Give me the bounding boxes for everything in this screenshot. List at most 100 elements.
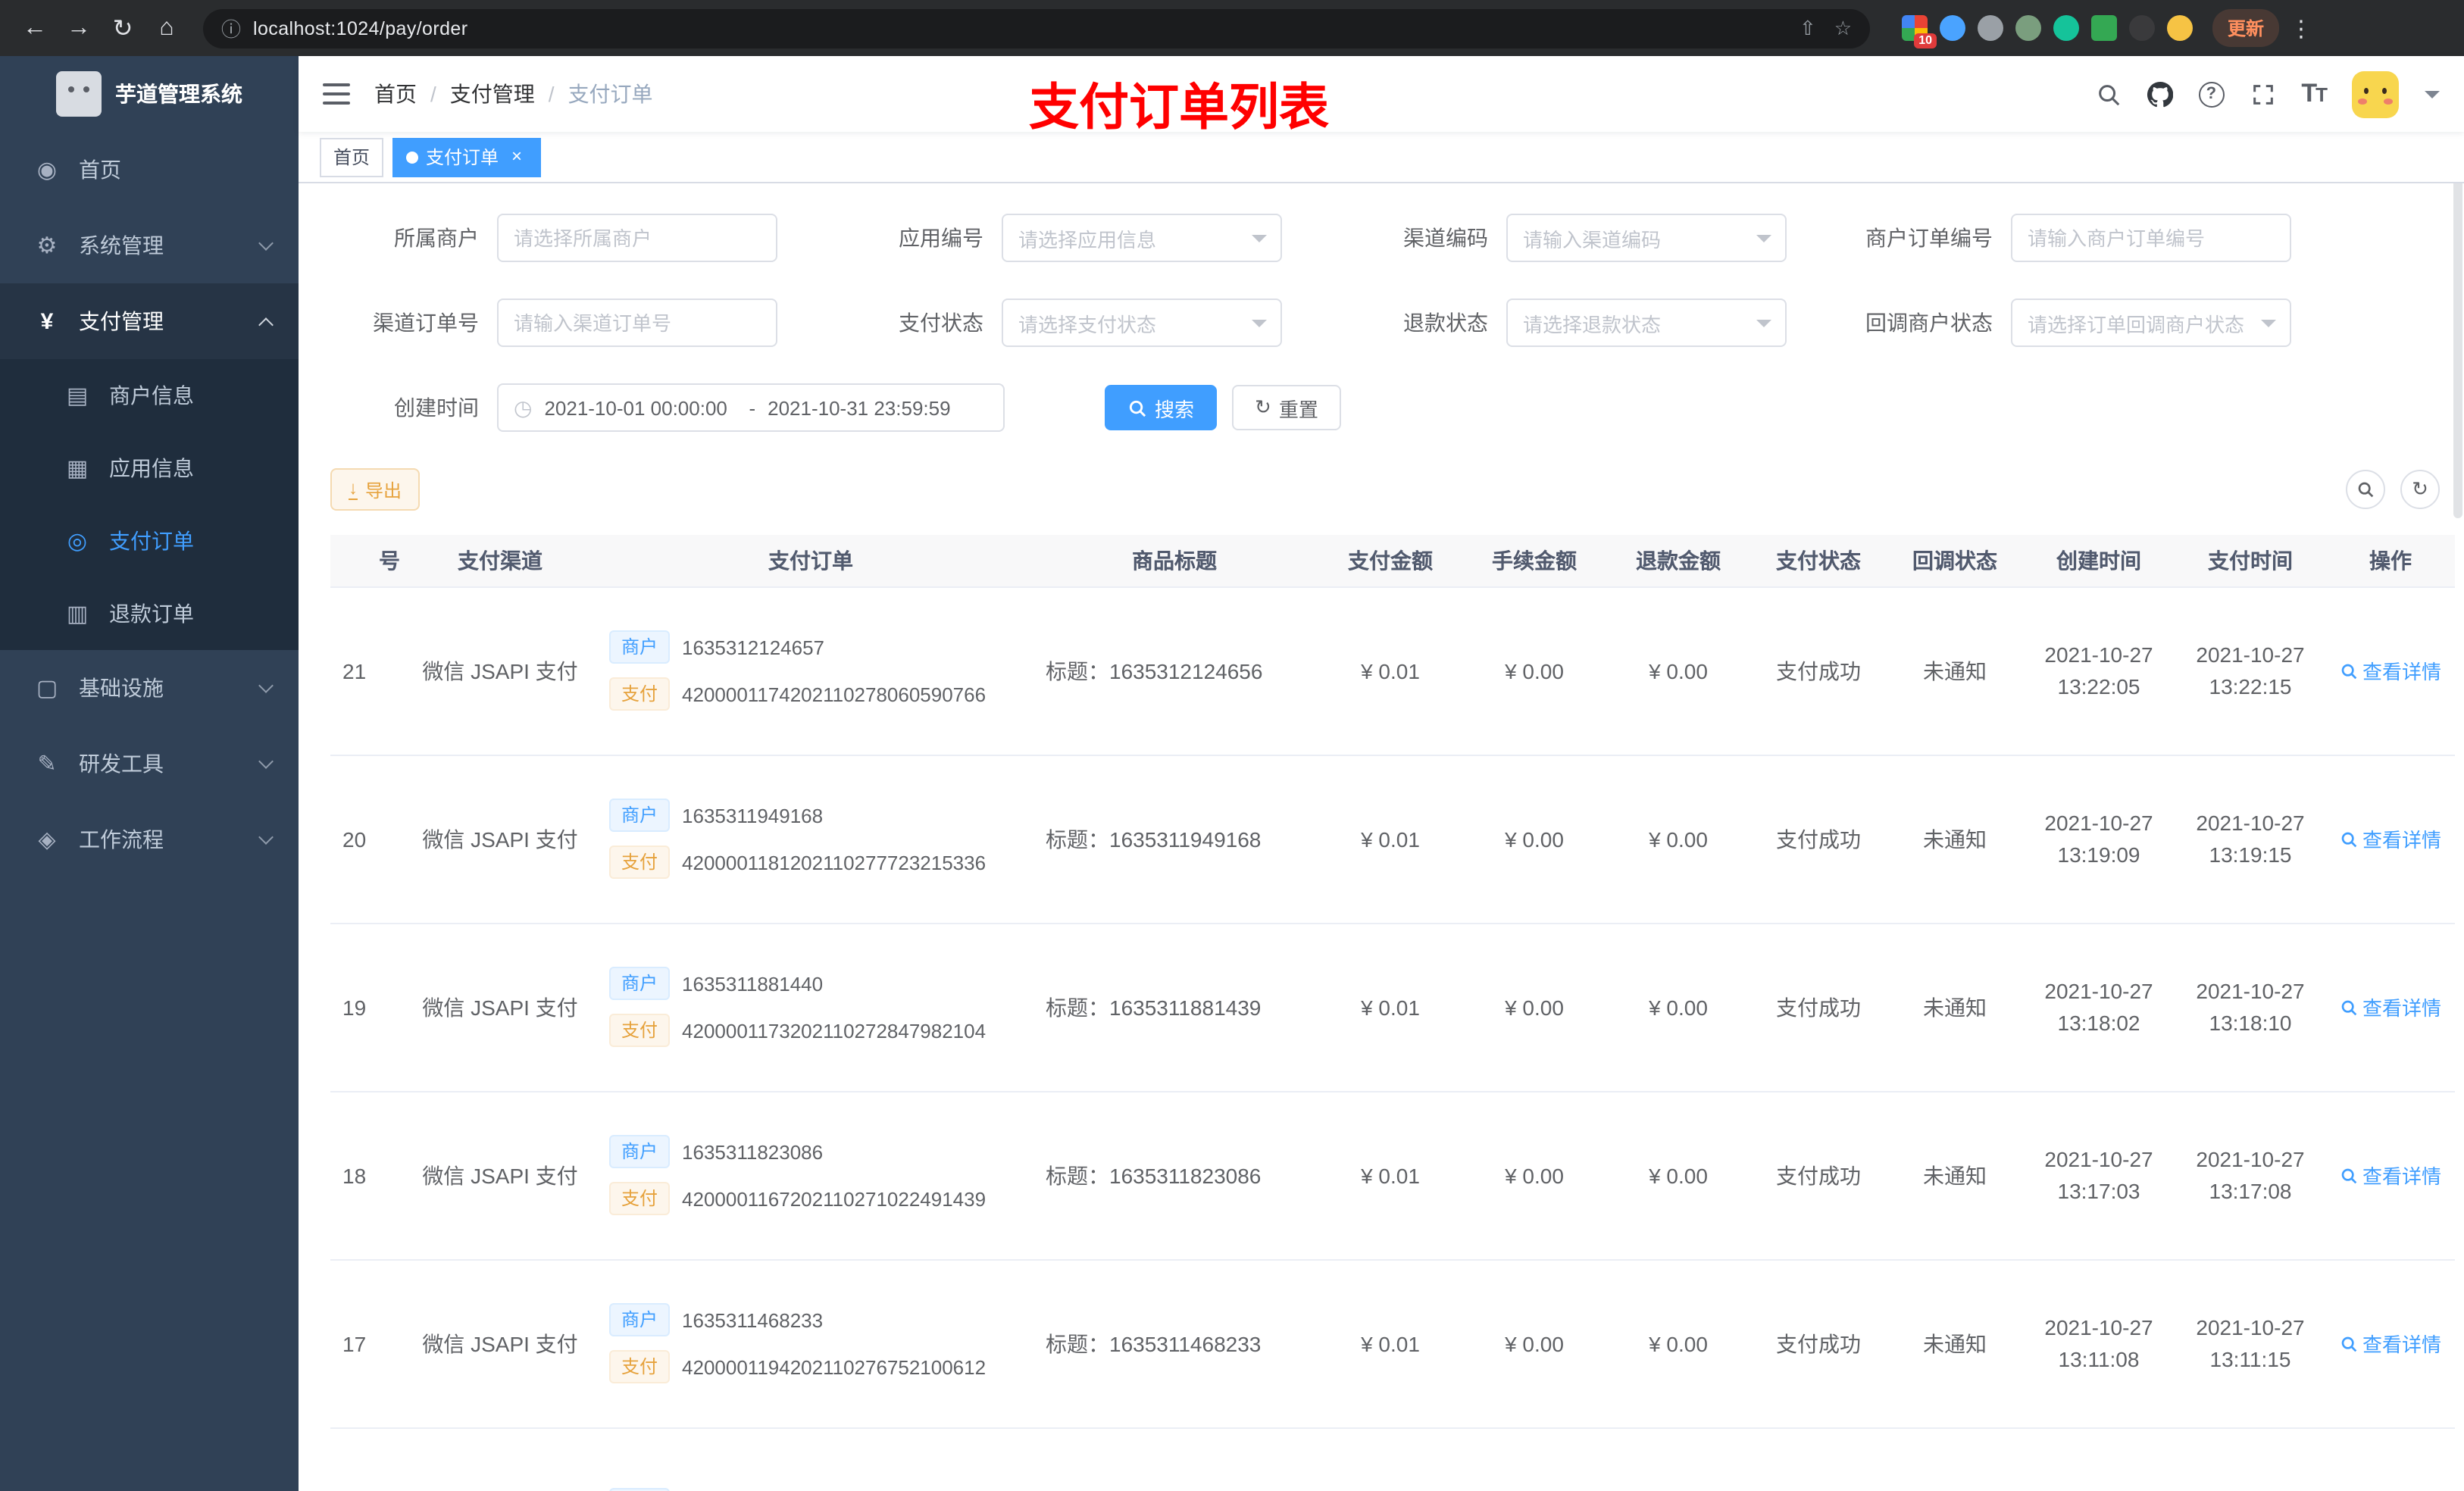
help-icon[interactable]: ?	[2198, 81, 2225, 107]
home-icon[interactable]: ⌂	[150, 14, 183, 42]
channel-pay-no: 4200001194202110276752100612	[682, 1355, 987, 1378]
merchant-input[interactable]	[497, 214, 777, 262]
cell-product-title: 标题：1635311823086	[1030, 1091, 1318, 1260]
fullscreen-icon[interactable]	[2250, 81, 2275, 107]
back-icon[interactable]: ←	[18, 14, 52, 42]
search-icon[interactable]	[2095, 81, 2121, 107]
start-date-input[interactable]	[544, 396, 737, 419]
site-info-icon[interactable]: ⓘ	[221, 14, 241, 42]
sidebar-item-refund-order[interactable]: ▥ 退款订单	[0, 577, 299, 650]
merchant-order-no-input[interactable]	[2011, 214, 2291, 262]
address-bar[interactable]: ⓘ localhost:1024/pay/order ⇧ ☆	[203, 8, 1870, 48]
end-date-input[interactable]	[768, 396, 961, 419]
cell-actions: 查看详情	[2326, 755, 2455, 924]
cell-pay-channel	[409, 1427, 591, 1491]
extension-icon[interactable]	[1940, 15, 1965, 41]
sidebar-item-pay-order[interactable]: ◎ 支付订单	[0, 505, 299, 577]
extension-icon[interactable]	[2015, 15, 2041, 41]
close-icon[interactable]: ×	[506, 145, 527, 167]
github-icon[interactable]	[2147, 81, 2173, 107]
extension-icon[interactable]	[1978, 15, 2003, 41]
reload-icon[interactable]: ↻	[106, 13, 139, 43]
sidebar-item-app-info[interactable]: ▦ 应用信息	[0, 432, 299, 505]
toggle-search-button[interactable]	[2346, 470, 2385, 509]
select-placeholder: 请输入渠道编码	[1523, 228, 1662, 251]
search-button[interactable]: 搜索	[1105, 385, 1218, 430]
sidebar-item-infrastructure[interactable]: ▢ 基础设施	[0, 650, 299, 726]
refund-status-select[interactable]: 请选择退款状态	[1506, 299, 1787, 347]
document-icon: ▥	[66, 602, 89, 627]
view-detail-link[interactable]: 查看详情	[2340, 992, 2441, 1021]
cell-pay-order: 商户 1635311881440 支付 4200001173202110272847…	[591, 923, 1030, 1092]
cell-product-title: 标题：1635311468233	[1030, 1259, 1318, 1428]
extension-icon[interactable]	[2129, 15, 2155, 41]
tab-home[interactable]: 首页	[320, 137, 384, 177]
cell-callback-status: 未通知	[1887, 1259, 2023, 1428]
browser-update-button[interactable]: 更新	[2212, 9, 2280, 47]
col-pay-channel: 支付渠道	[409, 535, 591, 587]
search-icon	[2358, 482, 2374, 498]
avatar-dropdown-caret-icon[interactable]	[2425, 90, 2440, 105]
cell-pay-time: 2021-10-27 13:19:15	[2175, 755, 2326, 924]
refresh-button[interactable]: ↻	[2400, 470, 2440, 509]
cell-product-title	[1030, 1427, 1318, 1491]
merchant-order-no-input-field[interactable]	[2028, 227, 2275, 249]
merchant-input-field[interactable]	[514, 227, 761, 249]
pay-status-select[interactable]: 请选择支付状态	[1002, 299, 1282, 347]
cell-pay-channel: 微信 JSAPI 支付	[409, 923, 591, 1092]
extension-badge: 10	[1914, 33, 1937, 48]
sidebar-item-dev-tools[interactable]: ✎ 研发工具	[0, 726, 299, 802]
cell-create-time: 2021-10-27 13:22:05	[2023, 586, 2175, 755]
breadcrumb-home[interactable]: 首页	[374, 79, 417, 109]
extension-icon[interactable]: 10	[1902, 15, 1937, 48]
share-icon[interactable]: ⇧	[1800, 16, 1816, 40]
sidebar-item-label: 系统管理	[79, 233, 164, 258]
sidebar-item-workflow[interactable]: ◈ 工作流程	[0, 802, 299, 877]
sidebar-item-system[interactable]: ⚙ 系统管理	[0, 208, 299, 283]
font-size-icon[interactable]: TT	[2301, 79, 2328, 109]
create-time-range-picker[interactable]: ◷ -	[497, 383, 1005, 432]
cell-actions	[2326, 1427, 2455, 1491]
sidebar-item-payment[interactable]: ¥ 支付管理	[0, 283, 299, 359]
app-no-select[interactable]: 请选择应用信息	[1002, 214, 1282, 262]
merchant-order-no: 1635311823086	[682, 1140, 824, 1163]
workflow-icon: ◈	[38, 827, 56, 853]
cell-refund-amount: ¥ 0.00	[1606, 1259, 1750, 1428]
filter-label: 商户订单编号	[1865, 226, 1993, 250]
channel-pay-no: 4200001174202110278060590766	[682, 683, 987, 705]
channel-order-no-input[interactable]	[497, 299, 777, 347]
sidebar-item-home[interactable]: ◉ 首页	[0, 132, 299, 208]
page-scrollbar[interactable]	[2453, 139, 2462, 518]
sidebar-item-merchant-info[interactable]: ▤ 商户信息	[0, 359, 299, 432]
sidebar-item-label: 研发工具	[79, 752, 164, 776]
table-toolbar: ↓ 导出 ↻	[330, 468, 2464, 511]
breadcrumb-section[interactable]: 支付管理	[450, 79, 535, 109]
view-detail-link[interactable]: 查看详情	[2340, 1329, 2441, 1358]
cell-callback-status	[1887, 1427, 2023, 1491]
yen-icon: ¥	[40, 308, 54, 334]
sidebar-item-label: 支付订单	[109, 529, 194, 553]
channel-order-no-input-field[interactable]	[514, 311, 761, 334]
chevron-down-icon	[1252, 235, 1267, 250]
user-avatar[interactable]	[2352, 70, 2399, 117]
cell-create-time: 2021-10-27 13:18:02	[2023, 923, 2175, 1092]
browser-menu-icon[interactable]: ⋮	[2290, 14, 2312, 42]
view-detail-link[interactable]: 查看详情	[2340, 1161, 2441, 1189]
view-detail-link[interactable]: 查看详情	[2340, 824, 2441, 853]
hamburger-icon[interactable]	[323, 83, 350, 105]
tab-label: 首页	[333, 147, 371, 168]
forward-icon[interactable]: →	[62, 14, 95, 42]
reset-button[interactable]: ↻ 重置	[1232, 385, 1341, 430]
merchant-badge: 商户	[609, 967, 671, 1000]
export-button[interactable]: ↓ 导出	[330, 468, 421, 511]
extension-icon[interactable]	[2053, 15, 2079, 41]
cell-pay-amount: ¥ 0.01	[1318, 755, 1462, 924]
search-icon	[2341, 1167, 2357, 1183]
channel-code-select[interactable]: 请输入渠道编码	[1506, 214, 1787, 262]
profile-avatar-icon[interactable]	[2167, 15, 2193, 41]
bookmark-star-icon[interactable]: ☆	[1834, 16, 1852, 40]
view-detail-link[interactable]: 查看详情	[2340, 656, 2441, 685]
tab-pay-order[interactable]: 支付订单 ×	[392, 137, 542, 177]
callback-status-select[interactable]: 请选择订单回调商户状态	[2011, 299, 2291, 347]
extension-icon[interactable]	[2091, 15, 2117, 41]
